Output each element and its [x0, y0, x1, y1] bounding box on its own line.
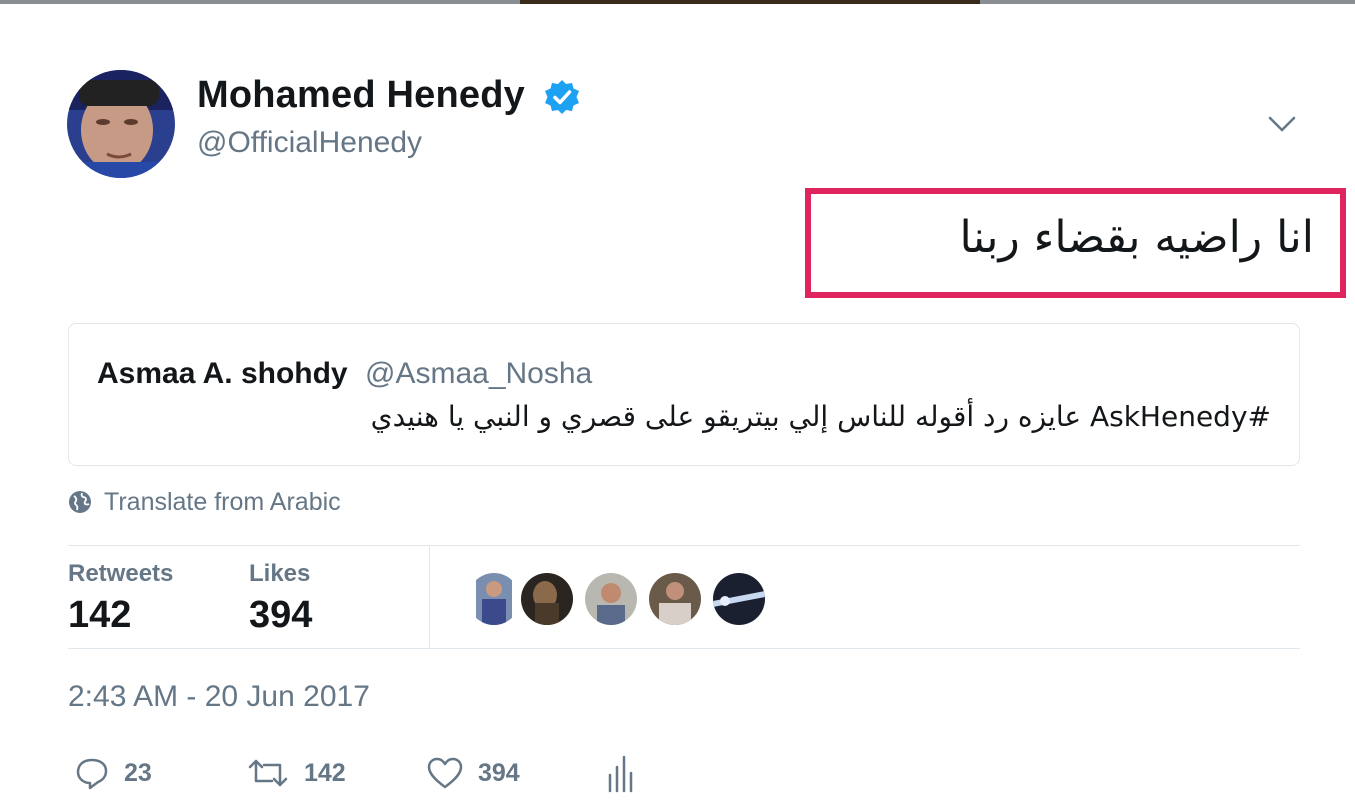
top-edge-strip — [0, 0, 1355, 4]
translate-link[interactable]: Translate from Arabic — [68, 487, 341, 517]
verified-badge-icon — [545, 80, 579, 114]
liker-avatar[interactable] — [468, 573, 520, 625]
likes-stat[interactable]: Likes 394 — [249, 560, 312, 637]
analytics-icon — [608, 755, 633, 793]
retweets-stat[interactable]: Retweets 142 — [68, 560, 173, 637]
chevron-down-icon[interactable] — [1266, 112, 1298, 136]
author-avatar[interactable] — [67, 70, 175, 178]
liker-avatar[interactable] — [585, 573, 637, 625]
like-count: 394 — [478, 758, 520, 787]
reply-count: 23 — [124, 758, 152, 787]
retweets-label: Retweets — [68, 560, 174, 587]
tweet-text: انا راضيه بقضاء ربنا — [959, 212, 1314, 263]
liker-avatar[interactable] — [521, 573, 573, 625]
liker-avatar[interactable] — [649, 573, 701, 625]
translate-label[interactable]: Translate from Arabic — [104, 488, 341, 517]
liker-avatar[interactable] — [713, 573, 765, 625]
tweet-stats: Retweets 142 Likes 394 — [68, 545, 1300, 649]
reply-icon — [76, 758, 108, 790]
analytics-button[interactable] — [606, 748, 634, 798]
likes-label: Likes — [249, 560, 311, 587]
tweet-timestamp[interactable]: 2:43 AM - 20 Jun 2017 — [68, 680, 370, 714]
like-button[interactable]: 394 — [426, 748, 520, 798]
author-name[interactable]: Mohamed Henedy — [197, 74, 525, 117]
quoted-author-handle: @Asmaa_Nosha — [365, 357, 593, 390]
retweets-value: 142 — [68, 594, 132, 636]
retweet-button[interactable]: 142 — [246, 748, 346, 798]
stats-divider — [429, 546, 430, 649]
retweet-icon — [248, 759, 288, 787]
quoted-tweet-text: #AskHenedy عايزه رد أقوله للناس إلي بيتر… — [370, 400, 1271, 433]
reply-button[interactable]: 23 — [74, 748, 152, 798]
heart-icon — [427, 757, 463, 789]
author-handle[interactable]: @OfficialHenedy — [197, 126, 422, 160]
quoted-tweet-card[interactable]: Asmaa A. shohdy @Asmaa_Nosha #AskHenedy … — [68, 323, 1300, 466]
tweet-highlight-box: انا راضيه بقضاء ربنا — [805, 188, 1346, 298]
likes-value: 394 — [249, 594, 313, 636]
globe-icon — [69, 491, 91, 513]
retweet-count: 142 — [304, 758, 346, 787]
quoted-author-name: Asmaa A. shohdy — [97, 357, 348, 390]
